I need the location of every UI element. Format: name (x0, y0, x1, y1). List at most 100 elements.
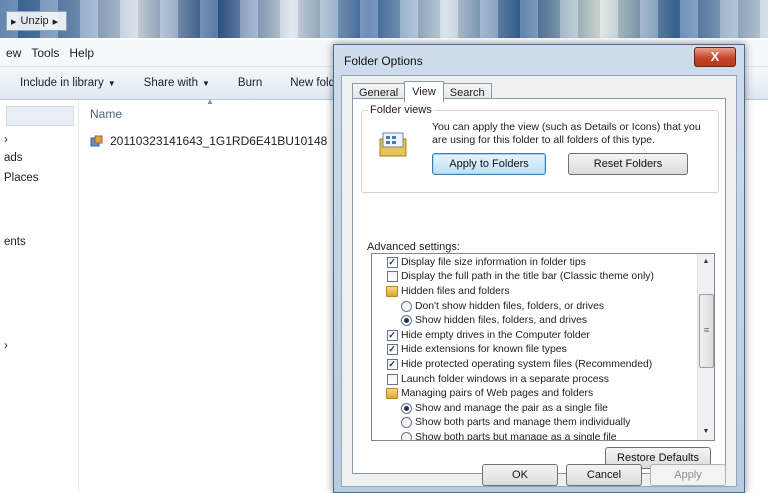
radio-unselected-glyph (400, 431, 412, 440)
dialog-title: Folder Options (344, 54, 423, 68)
setting-row[interactable]: Launch folder windows in a separate proc… (372, 372, 696, 387)
burn-button[interactable]: Burn (224, 77, 276, 89)
setting-label: Hidden files and folders (401, 285, 510, 297)
setting-label: Show both parts and manage them individu… (415, 417, 631, 429)
radio-unselected[interactable] (400, 417, 412, 429)
radio-unselected[interactable] (400, 300, 412, 312)
setting-row[interactable]: ✓ Hide extensions for known file types (372, 343, 696, 358)
setting-row[interactable]: ✓ Hide protected operating system files (… (372, 357, 696, 372)
scroll-up-icon[interactable]: ▲ (698, 254, 714, 270)
dialog-body: General View Search Folder views You can… (341, 75, 737, 487)
setting-row[interactable]: Show both parts and manage them individu… (372, 416, 696, 431)
breadcrumb-chevron-icon[interactable]: ▸ (53, 15, 59, 28)
nav-item-downloads[interactable]: ads (4, 152, 23, 164)
breadcrumb-arrow-icon: ▸ (11, 15, 17, 28)
nav-item-expand-icon[interactable]: › (4, 134, 8, 146)
tab-view[interactable]: View (404, 81, 444, 102)
breadcrumb-unzip[interactable]: Unzip (21, 15, 49, 27)
folder-views-group: Folder views You can apply the view (suc… (361, 104, 719, 193)
checkbox-unchecked-glyph (386, 271, 398, 283)
setting-row[interactable]: Don't show hidden files, folders, or dri… (372, 299, 696, 314)
checkbox-checked[interactable]: ✓ (386, 329, 398, 341)
apply-to-folders-button[interactable]: Apply to Folders (432, 153, 546, 175)
advanced-settings-list[interactable]: ✓ Display file size information in folder… (371, 253, 715, 441)
checkbox-checked-glyph: ✓ (386, 344, 398, 356)
setting-row: Hidden files and folders (372, 284, 696, 299)
checkbox-checked[interactable]: ✓ (386, 344, 398, 356)
include-in-library-label: Include in library (20, 77, 104, 89)
share-with-button[interactable]: Share with ▼ (130, 77, 224, 89)
checkbox-unchecked[interactable] (386, 373, 398, 385)
reset-folders-button[interactable]: Reset Folders (568, 153, 688, 175)
checkbox-unchecked-glyph (386, 373, 398, 385)
folder-icon-glyph (386, 285, 398, 297)
burn-label: Burn (237, 77, 263, 89)
menu-view[interactable]: ew (6, 46, 21, 60)
radio-selected[interactable] (400, 315, 412, 327)
setting-label: Don't show hidden files, folders, or dri… (415, 300, 605, 312)
scroll-thumb[interactable]: ≡ (699, 294, 714, 368)
checkbox-checked-glyph: ✓ (386, 256, 398, 268)
dropdown-arrow-icon: ▼ (107, 78, 116, 88)
close-button[interactable]: X (694, 47, 736, 67)
folder-views-description: You can apply the view (such as Details … (432, 121, 701, 146)
share-with-label: Share with (143, 77, 198, 89)
file-item[interactable]: 20110323141643_1G1RD6E41BU10148 (90, 134, 327, 148)
folder-icon-glyph (386, 388, 398, 400)
setting-label: Show and manage the pair as a single fil… (415, 402, 608, 414)
menu-tools[interactable]: Tools (31, 46, 59, 60)
setting-label: Hide protected operating system files (R… (401, 358, 653, 370)
new-folder-label: New fold (290, 77, 335, 89)
folder-icon (386, 285, 398, 297)
setting-label: Hide empty drives in the Computer folder (401, 329, 590, 341)
setting-row[interactable]: Display the full path in the title bar (… (372, 270, 696, 285)
radio-selected-glyph (400, 402, 412, 414)
menu-help[interactable]: Help (69, 46, 94, 60)
radio-selected[interactable] (400, 402, 412, 414)
dropdown-arrow-icon: ▼ (202, 78, 210, 88)
column-header-label: Name (90, 107, 123, 121)
checkbox-checked[interactable]: ✓ (386, 256, 398, 268)
setting-label: Launch folder windows in a separate proc… (401, 373, 609, 385)
include-in-library-button[interactable]: Include in library ▼ (0, 77, 130, 89)
folder-icon (386, 388, 398, 400)
nav-item-expand-icon[interactable]: › (4, 340, 8, 352)
nav-selection[interactable] (6, 106, 74, 126)
setting-row[interactable]: Show both parts but manage as a single f… (372, 430, 696, 441)
setting-label: Display the full path in the title bar (… (401, 271, 654, 283)
ok-button[interactable]: OK (482, 464, 558, 486)
folder-views-legend: Folder views (368, 104, 434, 116)
view-tab-panel: Folder views You can apply the view (suc… (352, 98, 726, 474)
file-name: 20110323141643_1G1RD6E41BU10148 (110, 134, 328, 148)
setting-row: Managing pairs of Web pages and folders (372, 386, 696, 401)
explorer-title-bar: ▸ Unzip ▸ (0, 0, 768, 38)
advanced-settings-label: Advanced settings: (367, 241, 460, 253)
checkbox-checked-glyph: ✓ (386, 358, 398, 370)
radio-selected-glyph (400, 315, 412, 327)
column-header-name[interactable]: Name (90, 107, 122, 121)
setting-row[interactable]: Show hidden files, folders, and drives (372, 313, 696, 328)
close-icon: X (710, 49, 720, 64)
address-bar[interactable]: ▸ Unzip ▸ (6, 11, 68, 31)
scroll-down-icon[interactable]: ▼ (698, 424, 714, 440)
radio-unselected-glyph (400, 417, 412, 429)
cancel-button[interactable]: Cancel (566, 464, 642, 486)
checkbox-checked[interactable]: ✓ (386, 358, 398, 370)
vertical-scrollbar[interactable]: ▲ ≡ ▼ (697, 254, 714, 440)
checkbox-checked-glyph: ✓ (386, 329, 398, 341)
setting-label: Show hidden files, folders, and drives (415, 315, 588, 327)
apply-button[interactable]: Apply (650, 464, 726, 486)
checkbox-unchecked[interactable] (386, 271, 398, 283)
nav-item-documents[interactable]: ents (4, 236, 26, 248)
settings-tree: ✓ Display file size information in folder… (372, 255, 696, 441)
setting-label: Display file size information in folder … (401, 256, 586, 268)
file-icon (90, 135, 103, 147)
setting-label: Show both parts but manage as a single f… (415, 431, 617, 441)
radio-unselected[interactable] (400, 431, 412, 440)
folder-views-icon (379, 132, 407, 157)
setting-row[interactable]: Show and manage the pair as a single fil… (372, 401, 696, 416)
file-list: Name ▲ 20110323141643_1G1RD6E41BU10148 (80, 97, 340, 491)
setting-row[interactable]: ✓ Hide empty drives in the Computer folde… (372, 328, 696, 343)
nav-item-places[interactable]: Places (4, 172, 39, 184)
setting-row[interactable]: ✓ Display file size information in folder… (372, 255, 696, 270)
